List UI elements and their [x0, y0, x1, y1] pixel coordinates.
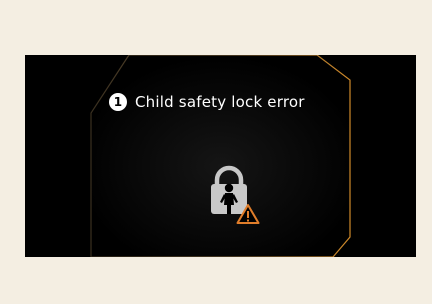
child-safety-lock-icon — [205, 165, 261, 227]
display-screen: 1 Child safety lock error — [25, 55, 416, 257]
warning-triangle-icon — [236, 204, 260, 224]
error-message: 1 Child safety lock error — [109, 93, 305, 111]
number-badge: 1 — [109, 93, 127, 111]
error-message-text: Child safety lock error — [135, 93, 305, 111]
